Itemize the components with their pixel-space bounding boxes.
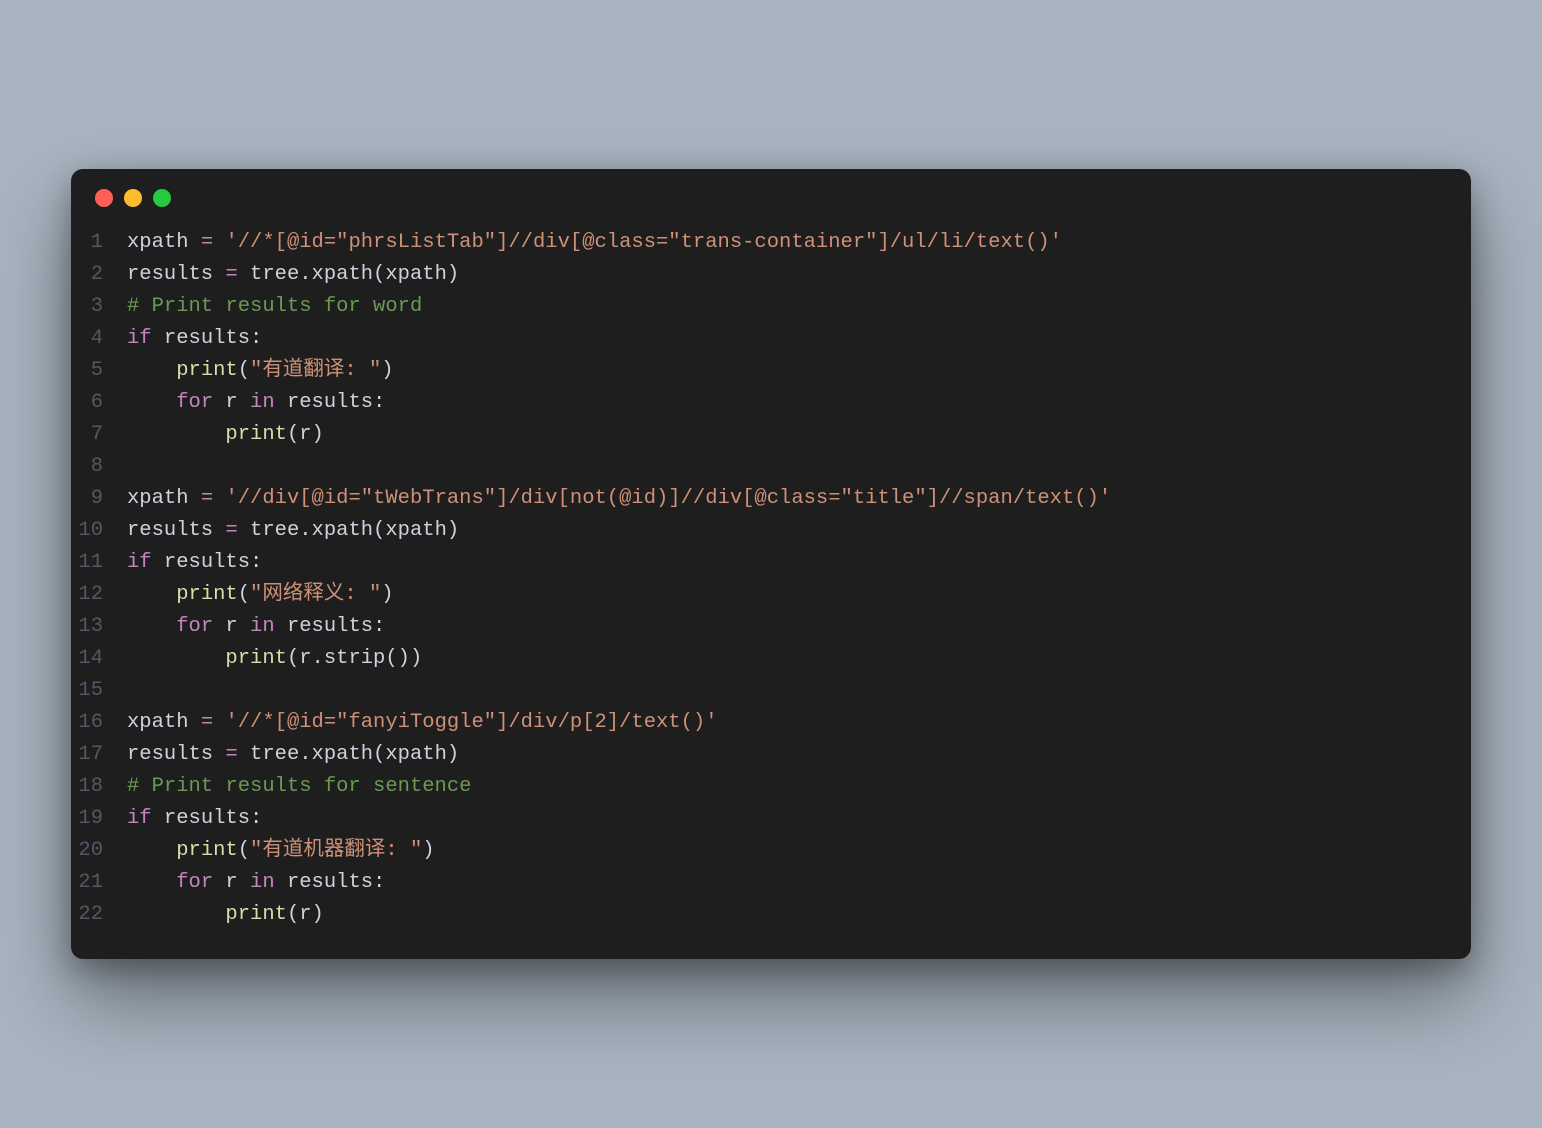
line-number: 15 (71, 675, 127, 707)
code-line: 1xpath = '//*[@id="phrsListTab"]//div[@c… (71, 227, 1471, 259)
line-content: for r in results: (127, 387, 1471, 419)
code-line: 5 print("有道翻译: ") (71, 355, 1471, 387)
line-number: 14 (71, 643, 127, 675)
line-content (127, 675, 1471, 707)
line-number: 6 (71, 387, 127, 419)
code-line: 3# Print results for word (71, 291, 1471, 323)
line-number: 7 (71, 419, 127, 451)
line-number: 9 (71, 483, 127, 515)
line-content: # Print results for word (127, 291, 1471, 323)
maximize-button[interactable] (153, 189, 171, 207)
line-content: results = tree.xpath(xpath) (127, 515, 1471, 547)
line-content: if results: (127, 803, 1471, 835)
line-number: 8 (71, 451, 127, 483)
line-number: 3 (71, 291, 127, 323)
line-content: xpath = '//*[@id="fanyiToggle"]/div/p[2]… (127, 707, 1471, 739)
line-content: print(r) (127, 419, 1471, 451)
code-line: 17results = tree.xpath(xpath) (71, 739, 1471, 771)
code-line: 9xpath = '//div[@id="tWebTrans"]/div[not… (71, 483, 1471, 515)
line-content (127, 451, 1471, 483)
line-content: print(r) (127, 899, 1471, 931)
line-content: if results: (127, 547, 1471, 579)
line-number: 19 (71, 803, 127, 835)
line-number: 18 (71, 771, 127, 803)
line-number: 11 (71, 547, 127, 579)
line-number: 20 (71, 835, 127, 867)
line-number: 21 (71, 867, 127, 899)
line-content: for r in results: (127, 611, 1471, 643)
line-number: 4 (71, 323, 127, 355)
code-line: 21 for r in results: (71, 867, 1471, 899)
line-number: 10 (71, 515, 127, 547)
line-number: 1 (71, 227, 127, 259)
line-content: # Print results for sentence (127, 771, 1471, 803)
line-number: 2 (71, 259, 127, 291)
line-number: 17 (71, 739, 127, 771)
line-content: results = tree.xpath(xpath) (127, 739, 1471, 771)
line-content: print("有道翻译: ") (127, 355, 1471, 387)
code-line: 2results = tree.xpath(xpath) (71, 259, 1471, 291)
line-content: print("有道机器翻译: ") (127, 835, 1471, 867)
code-editor-window: 1xpath = '//*[@id="phrsListTab"]//div[@c… (71, 169, 1471, 958)
line-content: if results: (127, 323, 1471, 355)
code-line: 19if results: (71, 803, 1471, 835)
code-line: 16xpath = '//*[@id="fanyiToggle"]/div/p[… (71, 707, 1471, 739)
code-line: 8 (71, 451, 1471, 483)
line-number: 5 (71, 355, 127, 387)
line-content: for r in results: (127, 867, 1471, 899)
line-number: 22 (71, 899, 127, 931)
line-content: print("网络释义: ") (127, 579, 1471, 611)
code-line: 22 print(r) (71, 899, 1471, 931)
line-number: 16 (71, 707, 127, 739)
line-content: xpath = '//*[@id="phrsListTab"]//div[@cl… (127, 227, 1471, 259)
code-content-area[interactable]: 1xpath = '//*[@id="phrsListTab"]//div[@c… (71, 215, 1471, 958)
code-line: 7 print(r) (71, 419, 1471, 451)
code-line: 14 print(r.strip()) (71, 643, 1471, 675)
line-content: xpath = '//div[@id="tWebTrans"]/div[not(… (127, 483, 1471, 515)
code-line: 20 print("有道机器翻译: ") (71, 835, 1471, 867)
code-line: 15 (71, 675, 1471, 707)
code-line: 6 for r in results: (71, 387, 1471, 419)
code-line: 4if results: (71, 323, 1471, 355)
close-button[interactable] (95, 189, 113, 207)
code-line: 12 print("网络释义: ") (71, 579, 1471, 611)
line-number: 12 (71, 579, 127, 611)
minimize-button[interactable] (124, 189, 142, 207)
code-line: 11if results: (71, 547, 1471, 579)
line-content: results = tree.xpath(xpath) (127, 259, 1471, 291)
code-line: 18# Print results for sentence (71, 771, 1471, 803)
code-line: 10results = tree.xpath(xpath) (71, 515, 1471, 547)
line-content: print(r.strip()) (127, 643, 1471, 675)
code-line: 13 for r in results: (71, 611, 1471, 643)
line-number: 13 (71, 611, 127, 643)
window-titlebar (71, 169, 1471, 215)
